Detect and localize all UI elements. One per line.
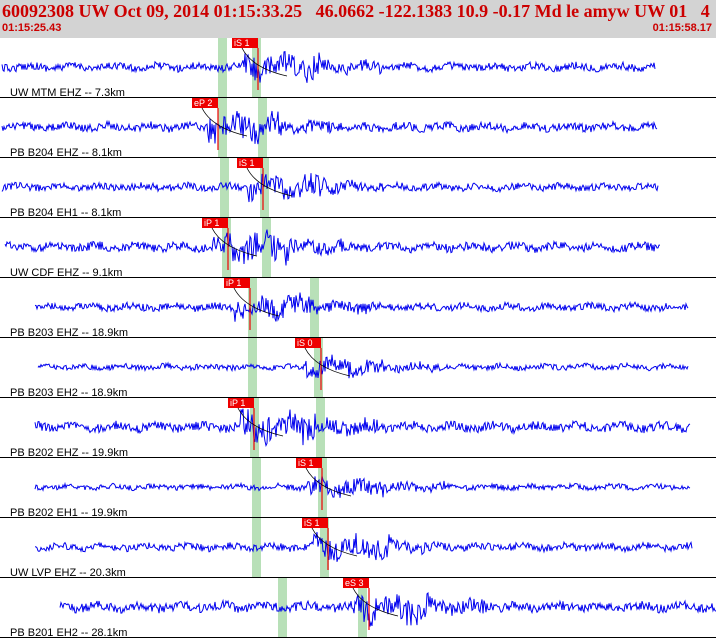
trace-row: eS 3 PB B201 EH2 -- 28.1km — [0, 578, 716, 638]
waveform — [1, 110, 658, 145]
trace-row: iP 1 PB B202 EHZ -- 19.9km — [0, 398, 716, 459]
waveform — [34, 292, 689, 322]
pick-label: iP 1 — [230, 398, 245, 408]
station-label: UW CDF EHZ -- 9.1km — [10, 267, 122, 279]
trace-row: iP 1 UW CDF EHZ -- 9.1km — [0, 218, 716, 279]
header-bar: 60092308 UW Oct 09, 2014 01:15:33.25 46.… — [0, 0, 716, 38]
waveform — [34, 408, 691, 448]
station-label: PB B201 EH2 -- 28.1km — [10, 627, 127, 638]
station-label: PB B203 EHZ -- 18.9km — [10, 327, 128, 339]
waveform — [34, 475, 691, 498]
trace-row: eP 2 PB B204 EHZ -- 8.1km — [0, 98, 716, 159]
pick-label: iS 1 — [239, 158, 255, 168]
trace-row: iS 0 PB B203 EH2 -- 18.9km — [0, 338, 716, 399]
station-label: PB B203 EH2 -- 18.9km — [10, 387, 127, 399]
pick-label: eP 2 — [194, 98, 212, 108]
pick-label: iP 1 — [226, 278, 241, 288]
pick-label: iS 0 — [297, 338, 313, 348]
waveform — [1, 173, 659, 203]
pick-label: eS 3 — [345, 578, 364, 588]
waveform — [37, 354, 689, 379]
waveform — [1, 50, 656, 83]
pick-label: iS 1 — [298, 458, 314, 468]
waveform — [34, 532, 693, 562]
trace-row: iS 1 UW MTM EHZ -- 7.3km — [0, 38, 716, 99]
waveform — [59, 591, 716, 627]
waveform — [4, 229, 660, 266]
end-time: 01:15:58.17 — [652, 22, 712, 34]
trace-row: iS 1 PB B202 EH1 -- 19.9km — [0, 458, 716, 519]
seismogram-panel: iS 1 UW MTM EHZ -- 7.3km eP 2 PB B204 EHZ -… — [0, 38, 716, 638]
station-label: PB B202 EH1 -- 19.9km — [10, 507, 127, 519]
station-label: PB B204 EH1 -- 8.1km — [10, 207, 121, 219]
trace-row: iS 1 UW LVP EHZ -- 20.3km — [0, 518, 716, 579]
station-label: UW MTM EHZ -- 7.3km — [10, 87, 125, 99]
s-window — [316, 398, 325, 458]
p-window — [248, 338, 257, 398]
station-label: UW LVP EHZ -- 20.3km — [10, 567, 126, 579]
event-title: 60092308 UW Oct 09, 2014 01:15:33.25 46.… — [2, 1, 710, 21]
station-label: PB B202 EHZ -- 19.9km — [10, 447, 128, 459]
pick-label: iP 1 — [204, 218, 219, 228]
station-label: PB B204 EHZ -- 8.1km — [10, 147, 122, 159]
pick-label: iS 1 — [304, 518, 320, 528]
trace-row: iP 1 PB B203 EHZ -- 18.9km — [0, 278, 716, 339]
trace-row: iS 1 PB B204 EH1 -- 8.1km — [0, 158, 716, 219]
start-time: 01:15:25.43 — [2, 22, 62, 34]
pick-label: iS 1 — [234, 38, 250, 48]
